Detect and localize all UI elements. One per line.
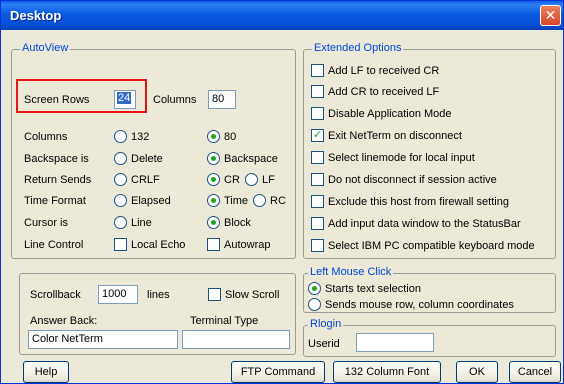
autowrap-checkbox[interactable] [207, 238, 220, 251]
scrollback-label: Scrollback [30, 289, 81, 301]
opt-add-cr-checkbox[interactable] [311, 85, 324, 98]
window-title: Desktop [10, 8, 62, 23]
opt-exclude-firewall-checkbox[interactable] [311, 195, 324, 208]
columns-132-label: 132 [131, 131, 150, 143]
scrollback-input[interactable]: 1000 [98, 285, 138, 304]
opt-disable-app-mode-label: Disable Application Mode [328, 108, 452, 120]
opt-ibm-keyboard-checkbox[interactable] [311, 239, 324, 252]
time-rc-label: RC [270, 195, 286, 207]
ok-button[interactable]: OK [456, 361, 498, 383]
time-format-label: Time Format [24, 195, 86, 207]
backspace-backspace-label: Backspace [224, 153, 278, 165]
terminal-type-input[interactable] [182, 330, 290, 349]
help-button[interactable]: Help [23, 361, 69, 383]
opt-exit-netterm-checkbox[interactable]: ✓ [311, 129, 324, 142]
cancel-button[interactable]: Cancel [509, 361, 561, 383]
time-elapsed-radio[interactable] [114, 194, 127, 207]
opt-linemode-label: Select linemode for local input [328, 152, 475, 164]
time-time-label: Time [224, 195, 249, 207]
mouse-text-selection-radio[interactable] [308, 282, 321, 295]
scrollback-group: Scrollback 1000 lines Slow Scroll Answer… [19, 273, 296, 355]
check-icon: ✓ [312, 129, 323, 141]
backspace-delete-label: Delete [131, 153, 163, 165]
time-rc-radio[interactable] [253, 194, 266, 207]
time-time-radio[interactable] [207, 194, 220, 207]
opt-add-lf-label: Add LF to received CR [328, 65, 440, 77]
slow-scroll-label: Slow Scroll [225, 289, 280, 301]
screen-rows-highlight [16, 79, 147, 113]
opt-exit-netterm-label: Exit NetTerm on disconnect [328, 130, 462, 142]
backspace-delete-radio[interactable] [114, 152, 127, 165]
columns-row-label: Columns [24, 131, 68, 143]
extended-options-legend: Extended Options [312, 42, 404, 54]
extended-options-group: Extended Options Add LF to received CR A… [303, 42, 556, 259]
return-cr-radio[interactable] [207, 173, 220, 186]
userid-input[interactable] [356, 333, 434, 352]
columns-132-radio[interactable] [114, 130, 127, 143]
slow-scroll-checkbox[interactable] [208, 288, 221, 301]
return-crlf-label: CRLF [131, 174, 160, 186]
backspace-backspace-radio[interactable] [207, 152, 220, 165]
local-echo-label: Local Echo [131, 239, 186, 251]
cursor-block-label: Block [224, 217, 251, 229]
opt-input-window-checkbox[interactable] [311, 217, 324, 230]
cursor-line-radio[interactable] [114, 216, 127, 229]
opt-input-window-label: Add input data window to the StatusBar [328, 218, 521, 230]
opt-add-cr-label: Add CR to received LF [328, 86, 440, 98]
mouse-coordinates-label: Sends mouse row, column coordinates [325, 299, 514, 311]
lines-label: lines [147, 289, 170, 301]
mouse-text-selection-label: Starts text selection [325, 283, 421, 295]
local-echo-checkbox[interactable] [114, 238, 127, 251]
terminal-type-label: Terminal Type [190, 315, 259, 327]
desktop-dialog: Desktop ✕ AutoView Screen Rows 24 Column… [0, 0, 564, 384]
userid-label: Userid [308, 338, 340, 350]
left-mouse-click-group: Left Mouse Click Starts text selection S… [303, 266, 556, 313]
rlogin-group: Rlogin Userid [303, 318, 556, 357]
column-font-button[interactable]: 132 Column Font [333, 361, 441, 383]
columns-80-label: 80 [224, 131, 237, 143]
left-mouse-click-legend: Left Mouse Click [308, 266, 394, 278]
rlogin-legend: Rlogin [308, 318, 344, 330]
autoview-legend: AutoView [20, 42, 71, 54]
columns-label: Columns [153, 94, 197, 106]
return-sends-label: Return Sends [24, 174, 92, 186]
cursor-label: Cursor is [24, 217, 69, 229]
cursor-block-radio[interactable] [207, 216, 220, 229]
title-bar[interactable]: Desktop ✕ [1, 1, 563, 30]
opt-ibm-keyboard-label: Select IBM PC compatible keyboard mode [328, 240, 535, 252]
return-lf-radio[interactable] [245, 173, 258, 186]
return-lf-label: LF [262, 174, 275, 186]
opt-exclude-firewall-label: Exclude this host from firewall setting [328, 196, 509, 208]
columns-input[interactable]: 80 [208, 90, 236, 109]
opt-no-disconnect-checkbox[interactable] [311, 173, 324, 186]
opt-disable-app-mode-checkbox[interactable] [311, 107, 324, 120]
opt-linemode-checkbox[interactable] [311, 151, 324, 164]
backspace-label: Backspace is [24, 153, 89, 165]
opt-no-disconnect-label: Do not disconnect if session active [328, 174, 497, 186]
return-cr-label: CR [224, 174, 240, 186]
columns-80-radio[interactable] [207, 130, 220, 143]
close-button[interactable]: ✕ [540, 5, 561, 26]
answer-back-input[interactable]: Color NetTerm [28, 330, 178, 349]
opt-add-lf-checkbox[interactable] [311, 64, 324, 77]
time-elapsed-label: Elapsed [131, 195, 171, 207]
mouse-coordinates-radio[interactable] [308, 298, 321, 311]
autowrap-label: Autowrap [224, 239, 271, 251]
cursor-line-label: Line [131, 217, 152, 229]
answer-back-label: Answer Back: [30, 315, 98, 327]
close-icon: ✕ [544, 7, 557, 23]
return-crlf-radio[interactable] [114, 173, 127, 186]
line-control-label: Line Control [24, 239, 84, 251]
ftp-command-button[interactable]: FTP Command [231, 361, 325, 383]
